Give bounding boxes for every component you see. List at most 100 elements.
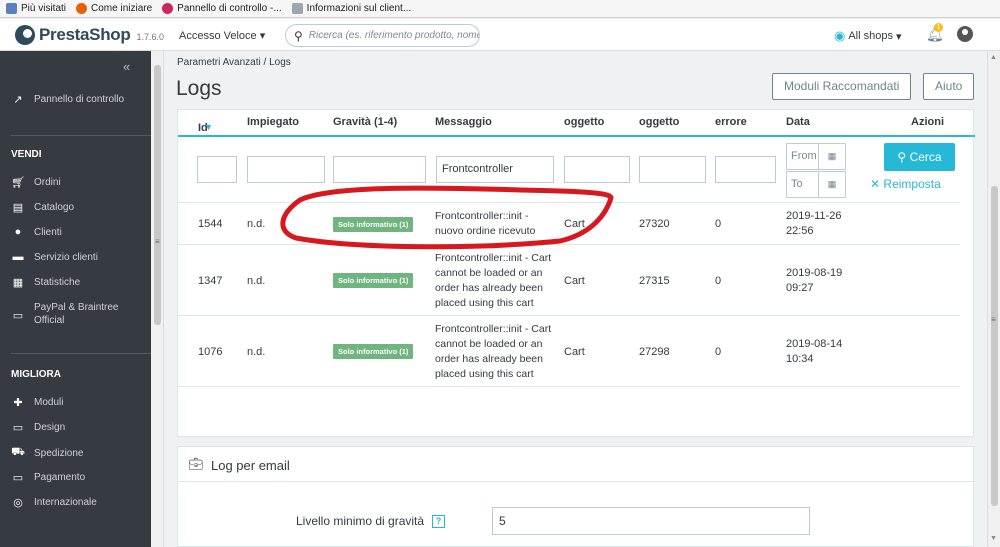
reset-button[interactable]: ✕ Reimposta [870,177,941,191]
caret-down-icon: ▾ [896,30,902,43]
shop-selector[interactable]: ◉ All shops ▾ [834,28,902,44]
page-title: Logs [176,77,222,100]
section-migliora: MIGLIORA [11,369,61,380]
col-date[interactable]: Data [786,116,810,128]
help-button[interactable]: Aiuto [923,73,975,100]
filter-date-from[interactable]: From ▦ [786,143,846,170]
min-severity-input[interactable]: 5 [492,507,810,535]
scroll-down-icon[interactable]: ▼ [990,535,997,542]
sidebar-item-ordini[interactable]: 🛒︎ Ordini [11,176,61,189]
col-message[interactable]: Messaggio [435,116,492,128]
grip-icon: ≡ [991,315,996,324]
trending-up-icon: ↗ [13,94,23,106]
caret-down-icon: ▾ [259,30,266,42]
filter-severity-input[interactable] [333,156,426,183]
sidebar-item-pagamento[interactable]: ▭ Pagamento [11,471,85,484]
calendar-icon[interactable]: ▦ [819,172,845,197]
filter-error-input[interactable] [715,156,776,183]
filter-date-to[interactable]: To ▦ [786,171,846,198]
sidebar-item-paypal[interactable]: ▭ PayPal & Braintree Official [11,301,134,327]
notifications-button[interactable]: 🔔︎ 1 [926,23,944,43]
cell-employee: n.d. [247,218,266,230]
page-scrollbar[interactable]: ▲ ≡ ▼ [987,51,1000,547]
panel-title: Log per email [211,458,290,473]
col-actions: Azioni [911,116,944,128]
col-error[interactable]: errore [715,116,747,128]
scrollbar-thumb[interactable] [991,186,998,506]
divider [11,135,151,136]
globe-icon: ◎ [13,497,23,509]
col-object-id[interactable]: oggetto [639,116,679,128]
section-vendi: VENDI [11,149,42,160]
cell-id: 1347 [198,275,223,287]
col-employee[interactable]: Impiegato [247,116,299,128]
cell-error: 0 [715,275,722,287]
breadcrumb[interactable]: Parametri Avanzati / Logs [177,57,291,68]
col-object-type[interactable]: oggetto [564,116,604,128]
severity-badge: Solo informativo (1) [333,217,414,232]
sidebar-item-catalogo[interactable]: ▤ Catalogo [11,201,74,214]
sidebar-item-internazionale[interactable]: ◎ Internazionale [11,496,97,509]
filter-message-input[interactable]: Frontcontroller [436,156,554,183]
col-severity[interactable]: Gravità (1-4) [333,116,397,128]
sidebar-scrollbar[interactable]: ≡ [151,51,164,547]
cell-error: 0 [715,346,722,358]
sidebar-item-spedizione[interactable]: ⛟ Spedizione [11,446,83,460]
scroll-up-icon[interactable]: ▲ [990,54,997,61]
search-button[interactable]: ⚲ Cerca [884,143,955,171]
cell-date: 2019-08-19 [786,267,843,279]
search-input[interactable]: ⚲ Ricerca (es. riferimento prodotto, nome [285,24,480,47]
cell-message: Frontcontroller::init - Cart cannot be l… [435,252,552,309]
user-avatar-icon[interactable] [957,26,973,42]
top-header: PrestaShop 1.7.6.0 Accesso Veloce ▾ ⚲ Ric… [0,19,1000,51]
cell-message: Frontcontroller::init - Cart cannot be l… [435,323,552,380]
cell-object-type: Cart [564,218,585,230]
severity-badge: Solo informativo (1) [333,273,414,288]
puffin-logo-icon [15,25,35,45]
filter-id-input[interactable] [197,156,237,183]
cell-employee: n.d. [247,346,266,358]
sort-caret-icon[interactable]: ▼ [204,122,213,132]
page-icon [291,3,303,14]
version-label: 1.7.6.0 [136,32,165,42]
payment-icon: ▭ [12,472,24,484]
filter-object-type-input[interactable] [564,156,630,183]
sidebar-item-servizio-clienti[interactable]: ▬ Servizio clienti [11,251,98,263]
filter-row: Frontcontroller From ▦ To ▦ [178,139,960,203]
sidebar-item-design[interactable]: ▭ Design [11,421,65,434]
bookmark-come-iniziare[interactable]: Come iniziare [76,3,152,14]
sidebar-item-moduli[interactable]: ✚ Moduli [11,396,63,409]
cell-employee: n.d. [247,275,266,287]
filter-employee-input[interactable] [247,156,325,183]
cell-object-type: Cart [564,275,585,287]
help-icon[interactable]: ? [432,515,445,528]
bookmark-informazioni[interactable]: Informazioni sul client... [291,3,411,14]
scrollbar-thumb[interactable] [154,65,161,325]
prestashop-tab-icon [162,3,174,14]
firefox-icon [76,3,88,14]
table-row: 1544 n.d. Solo informativo (1) Frontcont… [178,204,960,245]
sidebar-item-clienti[interactable]: ● Clienti [11,226,62,238]
puzzle-icon: ✚ [13,397,23,409]
prestashop-logo[interactable]: PrestaShop 1.7.6.0 [15,25,164,45]
filter-object-id-input[interactable] [639,156,706,183]
collapse-sidebar-icon[interactable]: « [123,59,130,74]
close-icon: ✕ [870,177,881,191]
severity-badge: Solo informativo (1) [333,344,414,359]
bookmarks-bar: Più visitati Come iniziare Pannello di c… [0,0,1000,18]
briefcase-icon: 💼︎ [188,457,204,471]
divider [11,353,151,354]
calendar-icon[interactable]: ▦ [819,144,845,169]
credit-card-icon: ▭ [12,310,24,322]
recommended-modules-button[interactable]: Moduli Raccomandati [772,73,912,100]
sidebar-item-statistiche[interactable]: ▦ Statistiche [11,276,80,289]
cell-object-id: 27315 [639,275,670,287]
cell-object-id: 27298 [639,346,670,358]
cell-date: 2019-08-14 [786,338,843,350]
quick-access-dropdown[interactable]: Accesso Veloce ▾ [179,29,265,42]
bookmark-piu-visitati[interactable]: Più visitati [6,3,66,14]
cell-time: 09:27 [786,282,814,294]
bookmark-icon [6,3,17,14]
sidebar-item-dashboard[interactable]: ↗ Pannello di controllo [11,93,124,106]
bookmark-pannello[interactable]: Pannello di controllo -... [162,3,282,14]
